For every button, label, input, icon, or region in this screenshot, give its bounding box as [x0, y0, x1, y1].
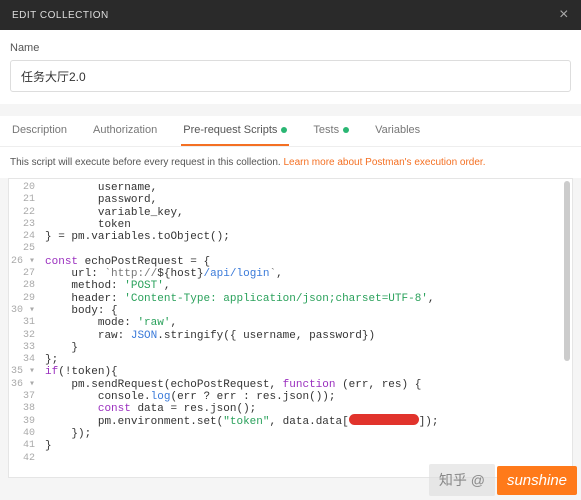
tab-description[interactable]: Description	[10, 116, 69, 146]
tab-authorization[interactable]: Authorization	[91, 116, 159, 146]
tabs-bar: Description Authorization Pre-request Sc…	[0, 116, 581, 147]
script-hint: This script will execute before every re…	[0, 147, 581, 178]
modal-header: EDIT COLLECTION ×	[0, 0, 581, 30]
code-editor[interactable]: 20212223242526 ▾27282930 ▾3132333435 ▾36…	[8, 178, 573, 478]
indicator-dot-icon	[281, 127, 287, 133]
collection-name-input[interactable]	[10, 60, 571, 92]
tab-prerequest-scripts[interactable]: Pre-request Scripts	[181, 116, 289, 146]
learn-more-link[interactable]: Learn more about Postman's execution ord…	[283, 157, 485, 168]
form-area: Name	[0, 30, 581, 104]
name-label: Name	[10, 42, 571, 54]
watermark-right: sunshine	[497, 466, 577, 495]
watermark: 知乎 @ sunshine	[429, 464, 577, 496]
modal-title: EDIT COLLECTION	[12, 10, 109, 21]
tab-variables[interactable]: Variables	[373, 116, 422, 146]
line-gutter: 20212223242526 ▾27282930 ▾3132333435 ▾36…	[9, 179, 41, 466]
scrollbar[interactable]	[564, 181, 570, 477]
close-icon[interactable]: ×	[559, 6, 569, 24]
code-content[interactable]: username, password, variable_key, token}…	[41, 179, 442, 466]
indicator-dot-icon	[343, 127, 349, 133]
scroll-thumb[interactable]	[564, 181, 570, 361]
watermark-left: 知乎 @	[429, 464, 495, 496]
tab-tests[interactable]: Tests	[311, 116, 351, 146]
